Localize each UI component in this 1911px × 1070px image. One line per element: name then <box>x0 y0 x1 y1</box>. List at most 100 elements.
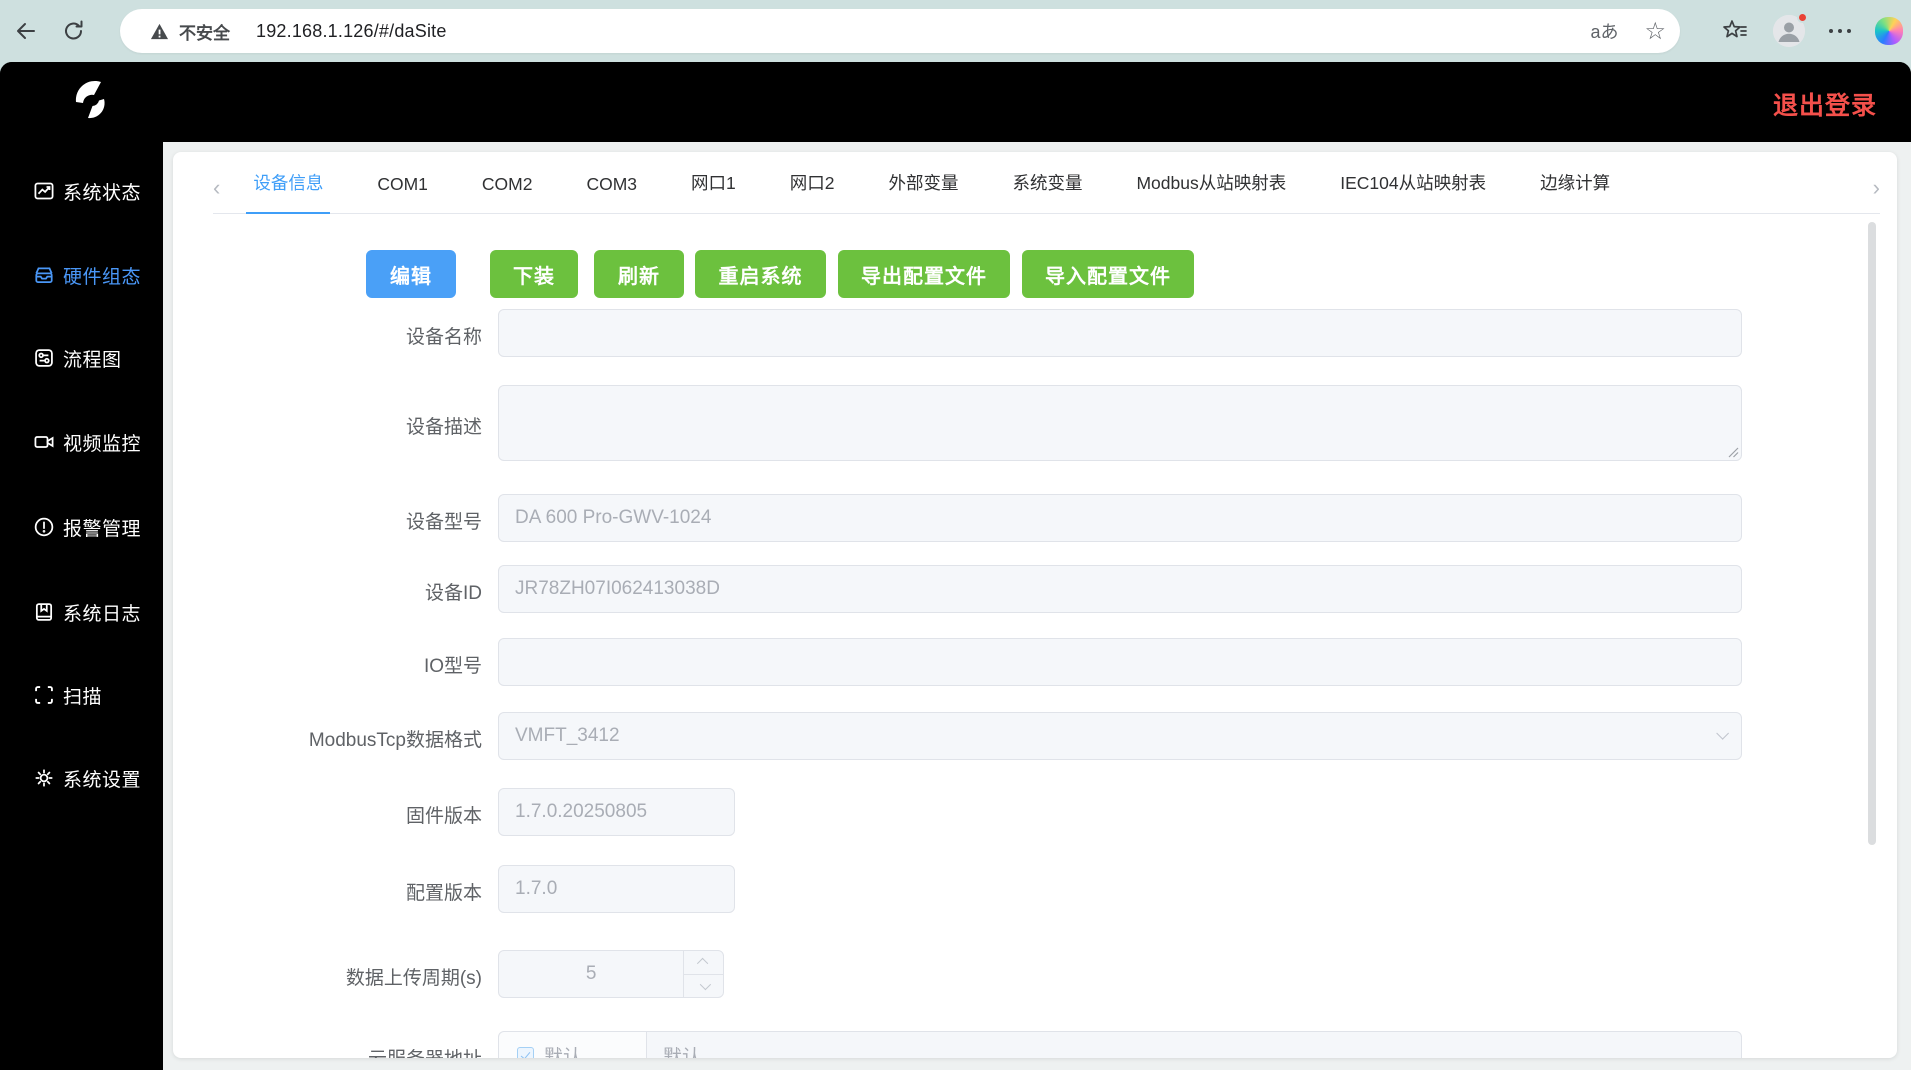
device-desc-textarea[interactable] <box>498 385 1742 461</box>
download-button[interactable]: 下装 <box>490 250 578 298</box>
upload-period-value: 5 <box>585 963 597 984</box>
sidebar-item-hardware-config[interactable]: 硬件组态 <box>0 258 163 292</box>
sidebar-item-scan[interactable]: 扫描 <box>0 678 163 712</box>
flow-icon <box>33 347 55 369</box>
stepper-decrease-button[interactable] <box>684 975 723 998</box>
device-name-input[interactable] <box>498 309 1742 357</box>
notification-dot <box>1797 12 1808 23</box>
device-desc-label: 设备描述 <box>405 417 482 438</box>
io-model-input[interactable] <box>498 638 1742 686</box>
app-logo-icon <box>75 80 105 119</box>
back-arrow-icon <box>17 23 35 39</box>
browser-profile-avatar[interactable] <box>1773 12 1808 47</box>
content-background: ‹ 设备信息 COM1 COM2 COM3 网口1 网口2 外部变量 系统变量 … <box>163 142 1911 1070</box>
panel-scrollbar[interactable] <box>1868 222 1876 845</box>
sidebar-item-video-monitor[interactable]: 视频监控 <box>0 425 163 459</box>
chevron-down-icon <box>699 978 711 990</box>
address-bar[interactable]: 不安全 192.168.1.126/#/daSite aあ ☆ <box>120 9 1680 53</box>
copilot-icon[interactable] <box>1875 17 1903 45</box>
scan-icon <box>33 684 55 706</box>
refresh-button[interactable]: 刷新 <box>594 250 684 298</box>
modbus-format-label: ModbusTcp数据格式 <box>308 730 482 751</box>
tab-eth2[interactable]: 网口2 <box>763 170 862 213</box>
tab-edge-computing[interactable]: 边缘计算 <box>1513 170 1637 213</box>
sidebar-item-system-status[interactable]: 系统状态 <box>0 174 163 208</box>
device-id-input[interactable] <box>498 565 1742 613</box>
sidebar: 系统状态 硬件组态 流程图 视频监控 报警管理 系统日志 扫描 系统设置 <box>0 142 163 1070</box>
reload-icon <box>65 20 83 40</box>
form-row-device-name: 设备名称 <box>173 309 1897 357</box>
tab-com3[interactable]: COM3 <box>559 174 664 213</box>
config-version-input[interactable] <box>498 865 735 913</box>
sidebar-item-system-settings[interactable]: 系统设置 <box>0 761 163 795</box>
browser-menu-button[interactable] <box>1829 29 1851 33</box>
device-model-input[interactable] <box>498 494 1742 542</box>
form-row-modbus-format: ModbusTcp数据格式 VMFT_3412 <box>173 712 1897 760</box>
log-icon <box>33 601 55 623</box>
sidebar-item-flow-diagram[interactable]: 流程图 <box>0 341 163 375</box>
upload-period-stepper[interactable]: 5 <box>498 950 724 998</box>
import-config-button[interactable]: 导入配置文件 <box>1022 250 1194 298</box>
form-row-device-desc: 设备描述 <box>173 385 1897 461</box>
security-label[interactable]: 不安全 <box>179 19 230 44</box>
form-row-cloud-server: 云服务器地址 默认 默认 <box>173 1031 1897 1058</box>
browser-back-button[interactable] <box>8 13 44 49</box>
tab-system-vars[interactable]: 系统变量 <box>985 170 1109 213</box>
tab-iec104-slave-map[interactable]: IEC104从站映射表 <box>1313 170 1513 213</box>
browser-reload-button[interactable] <box>56 13 92 49</box>
tab-eth1[interactable]: 网口1 <box>664 170 763 213</box>
device-name-label: 设备名称 <box>405 327 482 348</box>
cloud-server-field: 默认 默认 <box>498 1031 1742 1058</box>
export-config-button[interactable]: 导出配置文件 <box>838 250 1010 298</box>
config-version-label: 配置版本 <box>405 883 482 904</box>
sidebar-item-system-log[interactable]: 系统日志 <box>0 595 163 629</box>
form-row-upload-period: 数据上传周期(s) 5 <box>173 950 1897 998</box>
app-header: 退出登录 <box>0 62 1911 142</box>
hardware-icon <box>33 264 55 286</box>
form-row-device-model: 设备型号 <box>173 494 1897 542</box>
device-model-label: 设备型号 <box>405 512 482 533</box>
logout-button[interactable]: 退出登录 <box>1773 86 1877 122</box>
cloud-server-label: 云服务器地址 <box>173 1044 482 1058</box>
app-window: 退出登录 系统状态 硬件组态 流程图 视频监控 报警管理 系统日志 扫描 系统设… <box>0 62 1911 1070</box>
bookmark-star-icon[interactable]: ☆ <box>1644 17 1666 46</box>
firmware-version-label: 固件版本 <box>405 806 482 827</box>
alarm-icon <box>33 516 55 538</box>
tab-com2[interactable]: COM2 <box>455 174 560 213</box>
tab-modbus-slave-map[interactable]: Modbus从站映射表 <box>1109 170 1313 213</box>
restart-system-button[interactable]: 重启系统 <box>695 250 826 298</box>
favorites-bar-icon[interactable] <box>1721 17 1749 45</box>
url-text[interactable]: 192.168.1.126/#/daSite <box>256 21 447 42</box>
translate-icon[interactable]: aあ <box>1590 18 1618 44</box>
form-row-io-model: IO型号 <box>173 638 1897 686</box>
form-row-firmware-version: 固件版本 <box>173 788 1897 836</box>
video-icon <box>33 431 55 453</box>
chevron-up-icon <box>696 958 708 970</box>
device-id-label: 设备ID <box>424 583 482 604</box>
edit-button[interactable]: 编辑 <box>366 250 456 298</box>
tab-com1[interactable]: COM1 <box>350 174 455 213</box>
modbus-format-select[interactable]: VMFT_3412 <box>498 712 1742 760</box>
modbus-format-value: VMFT_3412 <box>515 725 620 746</box>
tab-bar: ‹ 设备信息 COM1 COM2 COM3 网口1 网口2 外部变量 系统变量 … <box>213 152 1880 214</box>
gear-icon <box>33 767 55 789</box>
default-checkbox[interactable] <box>517 1046 534 1058</box>
tab-external-vars[interactable]: 外部变量 <box>861 170 985 213</box>
form-row-device-id: 设备ID <box>173 565 1897 613</box>
form-row-config-version: 配置版本 <box>173 865 1897 913</box>
stepper-increase-button[interactable] <box>684 951 723 975</box>
browser-toolbar: 不安全 192.168.1.126/#/daSite aあ ☆ <box>0 0 1911 62</box>
device-config-panel: ‹ 设备信息 COM1 COM2 COM3 网口1 网口2 外部变量 系统变量 … <box>173 152 1897 1058</box>
cloud-server-value: 默认 <box>663 1046 702 1059</box>
tab-device-info[interactable]: 设备信息 <box>226 170 350 214</box>
io-model-label: IO型号 <box>423 656 482 677</box>
sidebar-item-alarm-management[interactable]: 报警管理 <box>0 510 163 544</box>
default-checkbox-label: 默认 <box>544 1046 583 1059</box>
cloud-server-default-option: 默认 <box>499 1032 647 1058</box>
chart-icon <box>33 180 55 202</box>
tabs-scroll-left-icon[interactable]: ‹ <box>213 177 226 213</box>
chevron-down-icon <box>1716 727 1729 740</box>
tabs-scroll-right-icon[interactable]: › <box>1867 177 1880 213</box>
not-secure-warning-icon <box>150 23 169 39</box>
firmware-version-input[interactable] <box>498 788 735 836</box>
